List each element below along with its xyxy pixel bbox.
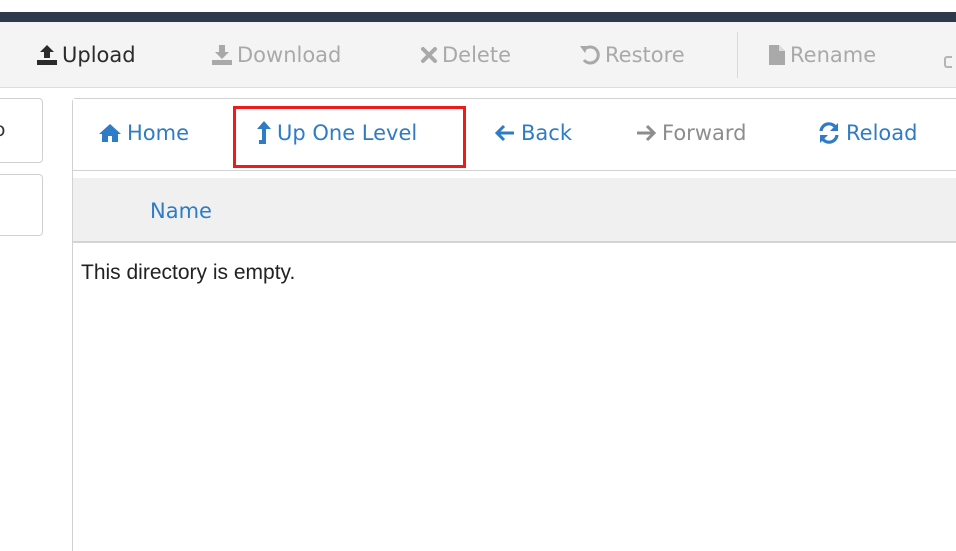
- file-toolbar: Upload Download Delete Restore Rename: [0, 22, 956, 88]
- upload-label: Upload: [62, 43, 136, 67]
- file-manager-window: Upload Download Delete Restore Rename ɔ …: [0, 0, 956, 551]
- rename-button[interactable]: Rename: [768, 42, 876, 68]
- forward-button[interactable]: Forward: [635, 119, 746, 147]
- restore-icon: [579, 44, 601, 66]
- home-label: Home: [127, 121, 190, 145]
- delete-button[interactable]: Delete: [420, 42, 511, 68]
- arrow-left-icon: [494, 124, 516, 142]
- arrow-up-icon: [256, 120, 272, 146]
- restore-button[interactable]: Restore: [579, 42, 685, 68]
- up-one-level-button[interactable]: Up One Level: [256, 119, 417, 147]
- empty-directory-message: This directory is empty.: [81, 261, 296, 284]
- upload-button[interactable]: Upload: [36, 42, 136, 68]
- reload-icon: [817, 121, 841, 145]
- download-button[interactable]: Download: [211, 42, 341, 68]
- file-list-header: Name: [73, 178, 956, 243]
- reload-button[interactable]: Reload: [817, 119, 917, 147]
- left-panel-box[interactable]: ɔ: [0, 98, 43, 163]
- left-panel-box-2[interactable]: [0, 174, 43, 236]
- back-label: Back: [521, 121, 572, 145]
- home-icon: [98, 123, 122, 143]
- arrow-right-icon: [635, 124, 657, 142]
- toolbar-separator: [737, 32, 738, 78]
- left-panel-cut-text: ɔ: [0, 119, 6, 141]
- rename-label: Rename: [790, 43, 877, 67]
- delete-icon: [420, 46, 438, 64]
- file-icon: [768, 44, 786, 66]
- cut-off-toolbar-icon: [944, 56, 952, 68]
- restore-label: Restore: [605, 43, 685, 67]
- top-header-bar: [0, 12, 956, 22]
- delete-label: Delete: [442, 43, 511, 67]
- navigation-bar: Home Up One Level Back Forward Reload: [73, 99, 956, 171]
- reload-label: Reload: [846, 121, 918, 145]
- file-list-panel: Home Up One Level Back Forward Reload Na…: [72, 98, 956, 551]
- back-button[interactable]: Back: [494, 119, 572, 147]
- download-label: Download: [237, 43, 342, 67]
- home-button[interactable]: Home: [98, 119, 189, 147]
- forward-label: Forward: [662, 121, 747, 145]
- upload-icon: [36, 44, 58, 66]
- column-header-name[interactable]: Name: [150, 198, 212, 224]
- download-icon: [211, 44, 233, 66]
- up-one-level-label: Up One Level: [277, 121, 418, 145]
